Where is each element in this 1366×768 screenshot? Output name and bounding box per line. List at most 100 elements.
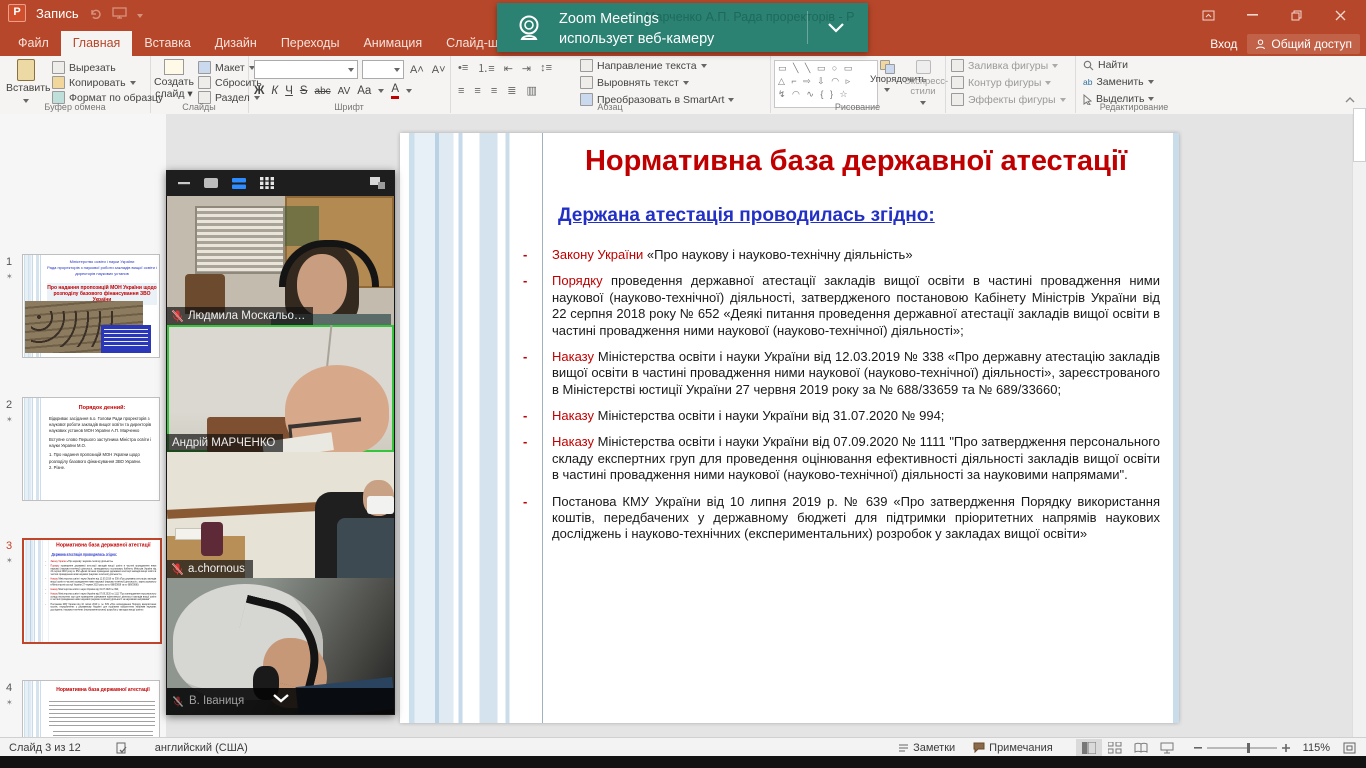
character-spacing-button[interactable]: AV	[338, 86, 351, 97]
shape-outline-icon	[951, 76, 964, 89]
new-slide-icon	[164, 59, 184, 75]
columns-button[interactable]: ▥	[526, 84, 536, 97]
change-case-button[interactable]: Aa	[357, 85, 371, 97]
align-right-button[interactable]: ≡	[491, 85, 497, 97]
slide-thumbnail-3-selected[interactable]: Нормативна база державної атестації Держ…	[22, 538, 162, 644]
gallery-view-icon[interactable]	[260, 177, 274, 189]
camera-notification[interactable]: Марченко А.П. Рада проректорів - PowerPo…	[497, 3, 868, 52]
shape-fill-icon	[951, 59, 964, 72]
increase-indent-button[interactable]: ⇥	[522, 62, 531, 75]
find-button[interactable]: Найти	[1083, 59, 1128, 71]
sign-in-button[interactable]: Вход	[1210, 37, 1237, 51]
active-speaker-view-icon[interactable]	[232, 178, 246, 189]
justify-button[interactable]: ≣	[507, 84, 516, 97]
copy-button[interactable]: Копировать	[52, 76, 136, 89]
slide-design-stripes	[404, 133, 534, 723]
tab-transitions[interactable]: Переходы	[269, 31, 352, 56]
collapse-ribbon-icon[interactable]	[1344, 96, 1356, 104]
align-text-button[interactable]: Выровнять текст	[580, 76, 689, 89]
notification-message: использует веб-камеру	[559, 29, 714, 49]
drawing-group: ▭ ╲ ╲ ▭ ○ ▭ △ ⌐ ⇨ ⇩ ◠ ▹ ↯ ◠ ∿ { } ☆ Упор…	[770, 56, 946, 113]
zoom-out-button[interactable]	[1189, 747, 1207, 749]
slide-body-text[interactable]: -Закону України «Про наукову і науково-т…	[552, 247, 1160, 553]
spellcheck-icon[interactable]	[90, 742, 137, 754]
line-spacing-button[interactable]: ↕≡	[540, 62, 552, 74]
tab-home[interactable]: Главная	[61, 31, 133, 56]
slide-thumbnail-1[interactable]: Міністерство освіти і науки УкраїниРада …	[22, 254, 160, 358]
minimize-button[interactable]	[1230, 0, 1274, 30]
close-button[interactable]	[1318, 0, 1362, 30]
restore-button[interactable]	[1274, 0, 1318, 30]
participant-tile[interactable]: Людмила Москальо…	[167, 196, 394, 325]
powerpoint-window: P Запись Файл Главная Вставка Дизайн	[0, 0, 1366, 768]
zoom-level[interactable]: 115%	[1299, 742, 1334, 754]
grow-font-button[interactable]: A˄	[408, 64, 426, 76]
normal-view-button[interactable]	[1076, 739, 1102, 757]
slide-subtitle[interactable]: Держана атестація проводилась згідно:	[558, 205, 935, 227]
webcam-icon	[513, 12, 545, 44]
share-button[interactable]: Общий доступ	[1247, 34, 1360, 54]
decrease-indent-button[interactable]: ⇤	[504, 62, 513, 75]
layout-icon	[198, 61, 211, 74]
tab-insert[interactable]: Вставка	[132, 31, 202, 56]
slide-thumbnail-2[interactable]: Порядок денний: Відкриває засідання в.о.…	[22, 397, 160, 501]
new-slide-button[interactable]: Создать слайд ▾	[152, 59, 196, 100]
minimize-panel-icon[interactable]	[178, 182, 190, 185]
arrange-button[interactable]: Упорядочить	[870, 60, 904, 96]
shrink-font-button[interactable]: A˅	[430, 64, 448, 76]
strikethrough-button[interactable]: S	[300, 85, 308, 97]
comments-button[interactable]: Примечания	[964, 742, 1062, 754]
italic-button[interactable]: К	[271, 85, 278, 97]
zoom-slider[interactable]	[1207, 747, 1277, 749]
text-direction-button[interactable]: Направление текста	[580, 59, 707, 72]
search-icon	[1083, 60, 1094, 71]
participant-tile[interactable]: a.chornous	[167, 452, 394, 578]
qat-more-icon[interactable]	[137, 6, 143, 21]
slideshow-view-button[interactable]	[1154, 739, 1180, 757]
vertical-scrollbar[interactable]	[1352, 114, 1366, 737]
font-name-select[interactable]	[254, 60, 358, 79]
more-participants-chevron-icon[interactable]	[271, 692, 291, 704]
tab-file[interactable]: Файл	[6, 31, 61, 56]
reading-view-button[interactable]	[1128, 739, 1154, 757]
clear-formatting-button[interactable]: abc	[315, 86, 331, 97]
align-left-button[interactable]: ≡	[458, 85, 464, 97]
fit-to-window-button[interactable]	[1334, 742, 1366, 754]
scrollbar-thumb[interactable]	[1353, 108, 1366, 162]
slide-sorter-view-button[interactable]	[1102, 739, 1128, 757]
slide-title[interactable]: Нормативна база державної атестації	[550, 145, 1162, 178]
language-indicator[interactable]: английский (США)	[137, 742, 257, 754]
undo-icon[interactable]	[89, 7, 102, 20]
shape-fill-button[interactable]: Заливка фигуры	[951, 59, 1058, 72]
paste-button[interactable]: Вставить	[6, 59, 46, 106]
speaker-view-icon[interactable]	[204, 178, 218, 188]
shape-effects-button[interactable]: Эффекты фигуры	[951, 93, 1066, 106]
shapes-gallery[interactable]: ▭ ╲ ╲ ▭ ○ ▭ △ ⌐ ⇨ ⇩ ◠ ▹ ↯ ◠ ∿ { } ☆	[774, 60, 878, 108]
zoom-in-button[interactable]	[1277, 744, 1295, 752]
participant-tile-active-speaker[interactable]: Андрій МАРЧЕНКО	[167, 325, 394, 452]
font-group: A˄ A˅ Ж К Ч S abc AV Aa А Шрифт	[248, 56, 451, 113]
zoom-panel-header[interactable]	[166, 170, 395, 196]
replace-button[interactable]: ab Заменить	[1083, 76, 1154, 88]
ribbon-display-options-button[interactable]	[1186, 0, 1230, 30]
zoom-meeting-panel[interactable]: Людмила Москальо… Андрій МАРЧЕНКО	[166, 170, 395, 715]
align-center-button[interactable]: ≡	[474, 85, 480, 97]
exit-minimized-video-icon[interactable]	[370, 177, 385, 189]
slide-thumbnail-4[interactable]: Нормативна база державної атестації За п…	[22, 680, 160, 737]
current-slide-canvas[interactable]: Нормативна база державної атестації Держ…	[400, 133, 1179, 723]
underline-button[interactable]: Ч	[285, 85, 293, 97]
font-color-button[interactable]: А	[391, 84, 399, 99]
bullets-button[interactable]: •≡	[458, 62, 468, 74]
font-size-select[interactable]	[362, 60, 404, 79]
bold-button[interactable]: Ж	[254, 85, 264, 97]
start-slideshow-icon[interactable]	[112, 7, 127, 20]
shape-outline-button[interactable]: Контур фигуры	[951, 76, 1051, 89]
notification-expand-button[interactable]	[827, 22, 845, 33]
participant-tile[interactable]: В. Іваниця	[167, 578, 394, 714]
cut-button[interactable]: Вырезать	[52, 61, 116, 74]
tab-design[interactable]: Дизайн	[203, 31, 269, 56]
tab-animations[interactable]: Анимация	[351, 31, 434, 56]
numbering-button[interactable]: ⒈≡	[477, 60, 494, 76]
layout-button[interactable]: Макет	[198, 61, 255, 74]
notes-button[interactable]: Заметки	[889, 742, 964, 754]
